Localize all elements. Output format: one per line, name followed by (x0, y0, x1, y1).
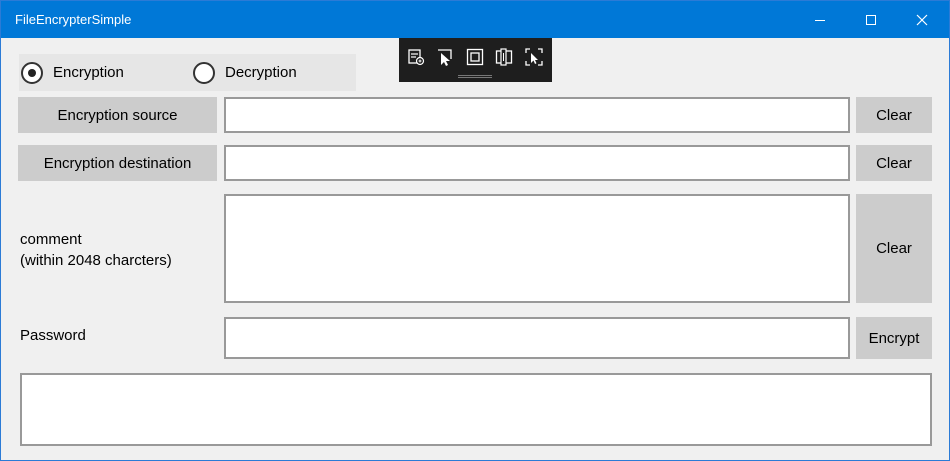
toolbar-grip[interactable] (458, 75, 492, 78)
decryption-radio[interactable]: Decryption (193, 54, 297, 91)
track-focus-icon[interactable] (493, 46, 515, 68)
app-window: FileEncrypterSimple Encryption Decryptio… (0, 0, 950, 461)
decryption-radio-label: Decryption (225, 64, 297, 81)
debug-toolbar (399, 38, 552, 82)
maximize-button[interactable] (848, 1, 894, 38)
radio-checked-icon (21, 61, 43, 84)
encrypt-button[interactable]: Encrypt (856, 317, 932, 359)
source-path-field[interactable] (224, 97, 850, 133)
close-button[interactable] (899, 1, 945, 38)
encryption-destination-button[interactable]: Encryption destination (18, 145, 217, 181)
hot-reload-icon[interactable] (523, 46, 545, 68)
mode-selector: Encryption Decryption (19, 54, 356, 91)
encryption-radio-label: Encryption (53, 64, 124, 81)
minimize-button[interactable] (797, 1, 843, 38)
comment-label: comment (within 2048 charcters) (20, 229, 172, 271)
output-log-field[interactable] (20, 373, 932, 446)
clear-comment-button[interactable]: Clear (856, 194, 932, 303)
title-bar[interactable]: FileEncrypterSimple (1, 1, 949, 38)
maximize-icon (866, 14, 876, 25)
comment-label-line2: (within 2048 charcters) (20, 252, 172, 269)
clear-source-button[interactable]: Clear (856, 97, 932, 133)
minimize-icon (815, 19, 825, 21)
close-icon (916, 14, 928, 25)
destination-path-field[interactable] (224, 145, 850, 181)
live-visual-tree-icon[interactable] (405, 46, 427, 68)
encryption-source-button[interactable]: Encryption source (18, 97, 217, 133)
window-title: FileEncrypterSimple (15, 12, 132, 27)
encryption-radio[interactable]: Encryption (21, 54, 124, 91)
select-element-icon[interactable] (434, 46, 456, 68)
password-label: Password (20, 327, 86, 344)
password-field[interactable] (224, 317, 850, 359)
clear-destination-button[interactable]: Clear (856, 145, 932, 181)
comment-label-line1: comment (20, 231, 82, 248)
radio-unchecked-icon (193, 61, 215, 84)
display-layout-adorners-icon[interactable] (464, 46, 486, 68)
comment-textarea[interactable] (224, 194, 850, 303)
client-area: Encryption Decryption Encryption source … (1, 38, 949, 460)
